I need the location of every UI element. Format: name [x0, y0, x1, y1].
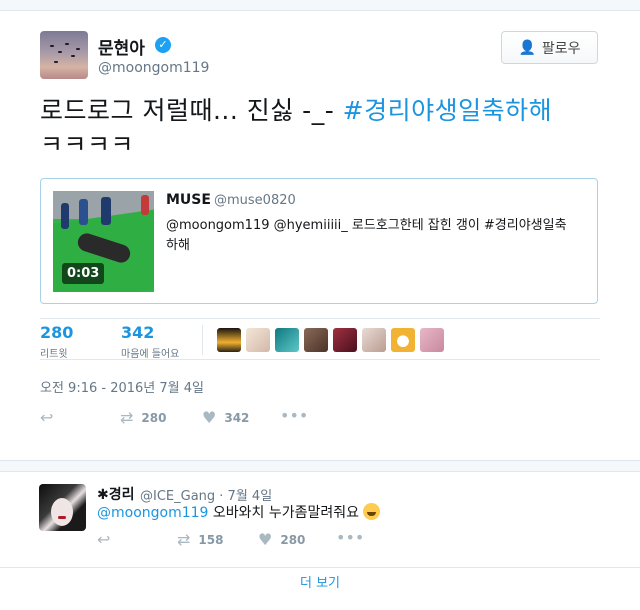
show-more-link[interactable]: 더 보기 — [0, 567, 640, 610]
heart-icon: ♥ — [202, 408, 217, 427]
liker-avatar[interactable] — [420, 328, 444, 352]
tweet-timestamp[interactable]: 오전 9:16 - 2016년 7월 4일 — [40, 377, 204, 396]
reply-retweet-button[interactable]: ⇄ 158 — [177, 530, 223, 549]
retweet-label: 리트윗 — [40, 349, 68, 360]
author-avatar[interactable] — [40, 31, 88, 79]
more-options-button[interactable]: ••• — [280, 406, 308, 425]
quoted-tweet-text: @moongom119 @hyemiiiii_ 로드호그한테 잡힌 갱이 #경리… — [166, 218, 567, 253]
retweet-icon: ⇄ — [120, 408, 134, 427]
reply-body: 오바와치 누가좀말려줘요 — [208, 505, 364, 521]
liker-avatar[interactable] — [333, 328, 357, 352]
reply-more-button[interactable]: ••• — [336, 528, 364, 547]
reply-icon: ↩ — [97, 530, 111, 549]
tweet-text-body: 로드로그 저럴때... 진싫 -_- — [40, 96, 343, 125]
like-count[interactable]: 342 — [121, 323, 154, 342]
reply-text: @moongom119 오바와치 누가좀말려줘요 — [97, 502, 381, 522]
author-name[interactable]: 문현아 — [98, 34, 145, 59]
retweet-action-count: 280 — [141, 410, 167, 425]
retweet-count[interactable]: 280 — [40, 323, 73, 342]
verified-icon: ✓ — [155, 37, 171, 53]
liker-avatar[interactable] — [362, 328, 386, 352]
tweet-text: 로드로그 저럴때... 진싫 -_- #경리야생일축하해 ㅋㅋㅋㅋ — [40, 94, 610, 162]
hashtag-link[interactable]: #경리야생일축하해 — [343, 96, 552, 125]
reply-like-count: 280 — [280, 532, 306, 547]
tweet-text-tail: ㅋㅋㅋㅋ — [40, 130, 135, 159]
reply-like-button[interactable]: ♥ 280 — [258, 530, 305, 549]
video-duration: 0:03 — [62, 263, 105, 284]
video-thumbnail[interactable]: 0:03 — [53, 191, 154, 292]
laughing-emoji-icon — [363, 503, 381, 520]
heart-icon: ♥ — [258, 530, 273, 549]
reply-mention[interactable]: @moongom119 — [97, 505, 208, 521]
like-button[interactable]: ♥ 342 — [202, 408, 249, 427]
reply-reply-button[interactable]: ↩ — [97, 530, 110, 549]
liker-avatar[interactable] — [217, 328, 241, 352]
reply-author-avatar[interactable] — [39, 484, 86, 531]
retweet-button[interactable]: ⇄ 280 — [120, 408, 166, 427]
tweet-stats: 280 리트윗 342 마음에 들어요 — [40, 318, 600, 360]
like-label: 마음에 들어요 — [121, 349, 180, 360]
add-user-icon: 👤 — [518, 39, 536, 56]
liker-avatar[interactable] — [275, 328, 299, 352]
author-handle[interactable]: @moongom119 — [98, 60, 209, 76]
more-icon: ••• — [280, 406, 309, 425]
like-action-count: 342 — [224, 410, 250, 425]
liker-avatar[interactable] — [391, 328, 415, 352]
section-separator — [0, 460, 640, 472]
follow-button[interactable]: 👤 팔로우 — [501, 31, 598, 64]
liker-avatar[interactable] — [304, 328, 328, 352]
quoted-author-handle[interactable]: @muse0820 — [214, 193, 296, 208]
reply-icon: ↩ — [40, 408, 54, 427]
quoted-tweet-card[interactable]: 0:03 MUSE @muse0820 @moongom119 @hyemiii… — [40, 178, 598, 304]
top-border — [0, 0, 640, 11]
retweet-icon: ⇄ — [177, 530, 191, 549]
quoted-author-name[interactable]: MUSE — [166, 192, 211, 208]
more-icon: ••• — [336, 528, 365, 547]
follow-label: 팔로우 — [541, 40, 581, 57]
liker-avatar[interactable] — [246, 328, 270, 352]
stats-divider — [202, 325, 203, 355]
reply-retweet-count: 158 — [198, 532, 224, 547]
reply-button[interactable]: ↩ — [40, 408, 53, 427]
reply-author-name[interactable]: ✱경리 — [97, 484, 135, 504]
